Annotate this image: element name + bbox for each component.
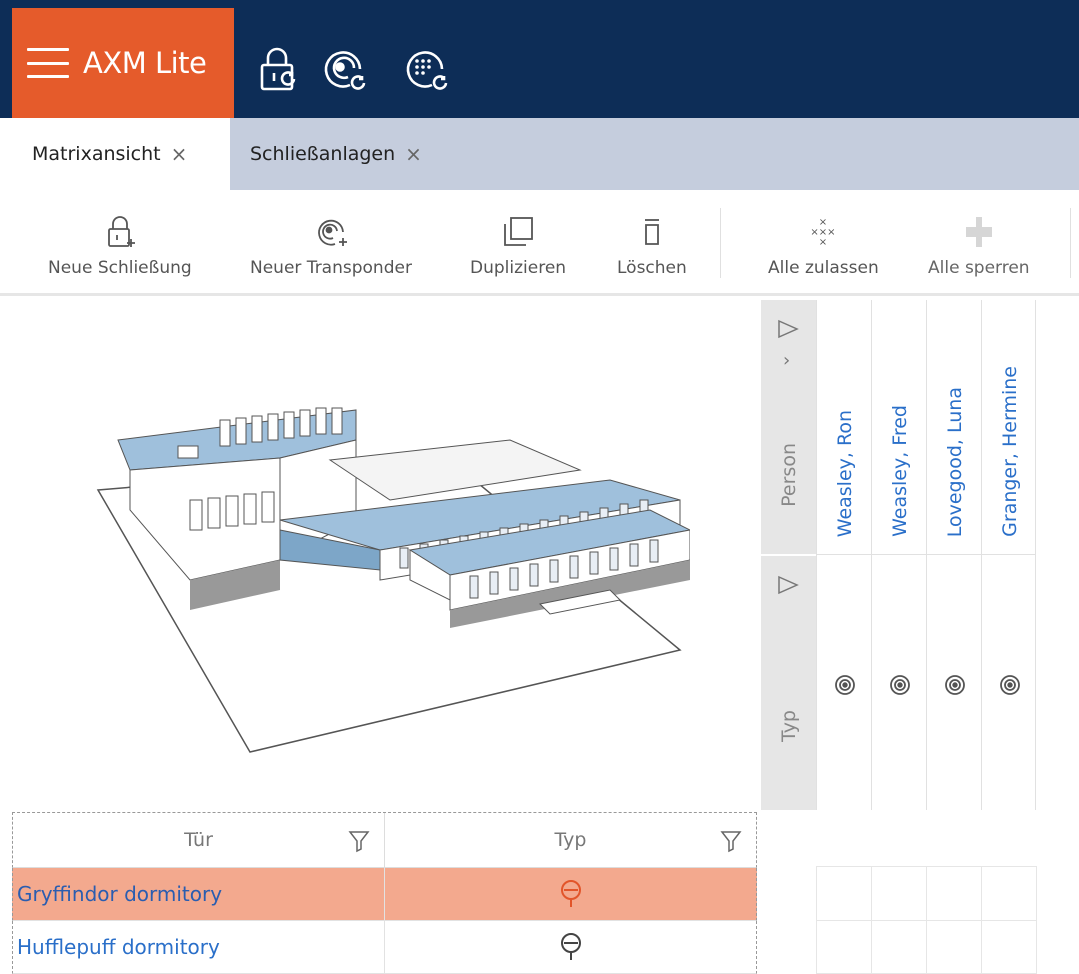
matrix-cell[interactable] — [871, 920, 927, 974]
person-name[interactable]: Weasley, Fred — [872, 300, 927, 555]
type-header-label: Typ — [777, 710, 800, 742]
type-header: Typ — [761, 556, 816, 810]
building-illustration — [96, 407, 690, 753]
transponder-icon — [817, 655, 872, 715]
matrix-cell[interactable] — [926, 920, 982, 974]
matrix-column[interactable]: Weasley, Fred — [871, 300, 926, 810]
matrix-cell[interactable] — [981, 920, 1037, 974]
person-header: › Person — [761, 300, 816, 554]
matrix-column[interactable]: Lovegood, Luna — [926, 300, 981, 810]
toolbar-divider — [1070, 208, 1071, 278]
matrix-cell[interactable] — [816, 866, 872, 921]
block-all-label: Alle sperren — [928, 258, 1030, 278]
block-all-button[interactable]: Alle sperren — [928, 214, 1030, 278]
tab-label: Matrixansicht — [32, 143, 161, 165]
hamburger-icon — [27, 48, 69, 78]
allow-all-button[interactable]: × ××× × Alle zulassen — [768, 214, 879, 278]
main-menu-button[interactable]: AXM Lite — [12, 8, 234, 118]
tab-matrixansicht[interactable]: Matrixansicht × — [0, 118, 230, 190]
person-name[interactable]: Weasley, Ron — [817, 300, 872, 555]
door-name[interactable]: Hufflepuff dormitory — [13, 921, 384, 973]
tab-bar: Matrixansicht × Schließanlagen × — [0, 118, 1079, 190]
filter-icon[interactable] — [720, 829, 742, 853]
matrix-cell[interactable] — [871, 866, 927, 921]
lock-add-icon — [107, 216, 135, 247]
filter-icon[interactable] — [348, 829, 370, 853]
column-header-type[interactable]: Typ — [384, 813, 756, 867]
table-row[interactable]: Hufflepuff dormitory — [12, 921, 757, 974]
expand-chevron-icon[interactable]: › — [783, 350, 790, 371]
allow-all-label: Alle zulassen — [768, 258, 879, 278]
app-title: AXM Lite — [83, 46, 207, 80]
allow-all-icon: × ××× × — [811, 217, 836, 248]
duplicate-label: Duplizieren — [470, 258, 567, 278]
new-transponder-button[interactable]: Neuer Transponder — [250, 214, 412, 278]
matrix-cell[interactable] — [926, 866, 982, 921]
delete-button[interactable]: Löschen — [617, 214, 687, 278]
header-divider — [816, 554, 1036, 555]
column-header-door[interactable]: Tür — [13, 813, 384, 867]
new-transponder-label: Neuer Transponder — [250, 258, 412, 278]
matrix-column[interactable]: Weasley, Ron — [816, 300, 871, 810]
close-icon[interactable]: × — [405, 142, 422, 166]
new-lock-label: Neue Schließung — [48, 258, 192, 278]
transponder-icon — [982, 655, 1037, 715]
door-table: Tür Typ Gryffindor dormitory Hufflepuff … — [12, 812, 757, 974]
duplicate-button[interactable]: Duplizieren — [470, 214, 566, 278]
toolbar-divider — [720, 208, 721, 278]
person-name[interactable]: Lovegood, Luna — [927, 300, 982, 555]
matrix-cell[interactable] — [981, 866, 1037, 921]
person-name[interactable]: Granger, Hermine — [982, 300, 1037, 555]
new-lock-button[interactable]: Neue Schließung — [48, 214, 192, 278]
trash-icon — [644, 219, 659, 245]
lock-type-icon — [384, 868, 756, 920]
matrix-cell[interactable] — [816, 920, 872, 974]
transponder-icon — [927, 655, 982, 715]
door-name[interactable]: Gryffindor dormitory — [13, 868, 384, 920]
pin-keypad-sync-icon[interactable] — [402, 45, 450, 93]
tab-label: Schließanlagen — [250, 143, 396, 165]
duplicate-icon — [504, 217, 533, 246]
table-header: Tür Typ — [12, 812, 757, 868]
transponder-add-icon — [318, 219, 347, 246]
transponder-icon — [872, 655, 927, 715]
filter-icon[interactable] — [777, 574, 799, 596]
person-header-label: Person — [777, 443, 800, 507]
title-bar: AXM Lite — [0, 0, 1079, 118]
delete-label: Löschen — [617, 258, 687, 278]
matrix-column[interactable]: Granger, Hermine — [981, 300, 1036, 810]
lock-sync-icon[interactable] — [258, 45, 306, 93]
toolbar: Neue Schließung Neuer Transponder Dupliz… — [0, 190, 1079, 296]
transponder-sync-icon[interactable] — [320, 45, 368, 93]
tab-schliessanlagen[interactable]: Schließanlagen × — [230, 118, 470, 190]
lock-type-icon — [384, 921, 756, 973]
block-all-icon — [965, 217, 992, 247]
filter-icon[interactable] — [777, 318, 799, 340]
svg-text:×: × — [819, 237, 827, 248]
close-icon[interactable]: × — [171, 142, 188, 166]
table-row[interactable]: Gryffindor dormitory — [12, 868, 757, 921]
